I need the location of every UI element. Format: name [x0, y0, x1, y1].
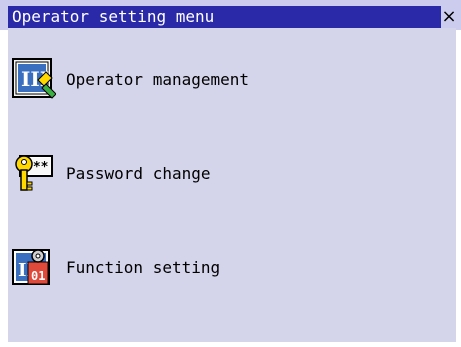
close-button[interactable]: ×	[441, 6, 457, 28]
svg-text:01: 01	[31, 269, 45, 283]
operator-setting-window: Operator setting menu × III Operator man…	[0, 0, 461, 347]
menu-item-function-setting[interactable]: II 01 Function setting	[12, 246, 312, 294]
menu-item-password-change[interactable]: *** Password change	[12, 152, 312, 200]
window-title: Operator setting menu	[12, 7, 215, 26]
menu-panel: III Operator management *** Password cha…	[8, 28, 456, 342]
menu-item-label: Password change	[66, 164, 211, 183]
password-key-icon: ***	[12, 152, 56, 196]
function-setting-icon: II 01	[12, 246, 56, 290]
operator-management-icon: III	[12, 58, 57, 102]
title-bar: Operator setting menu ×	[0, 0, 461, 30]
menu-item-label: Function setting	[66, 258, 221, 277]
menu-item-operator-management[interactable]: III Operator management	[12, 58, 312, 106]
menu-item-label: Operator management	[66, 70, 250, 89]
